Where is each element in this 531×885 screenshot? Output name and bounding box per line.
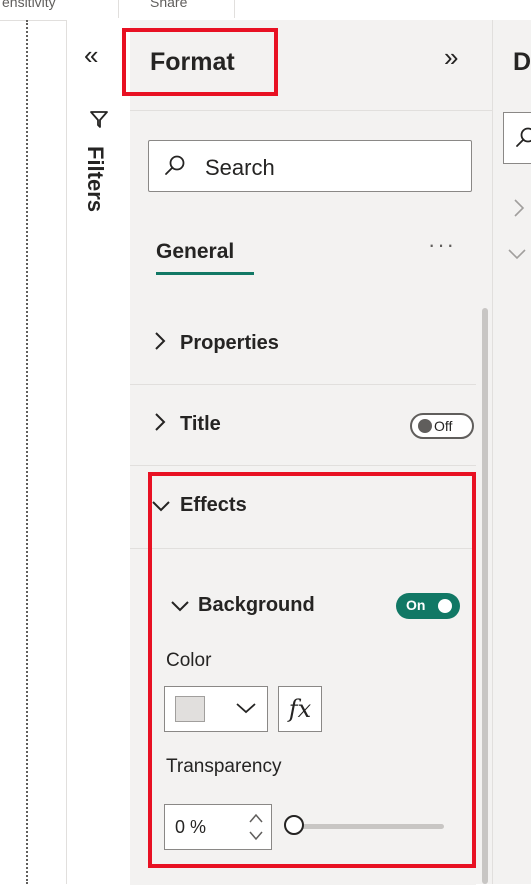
sensitivity-tab[interactable]: ensitivity xyxy=(2,0,56,10)
search-icon xyxy=(163,154,187,178)
search-icon xyxy=(514,126,531,150)
section-title[interactable]: Title Off xyxy=(130,385,476,466)
transparency-slider[interactable] xyxy=(284,815,448,837)
format-pane: Format » Search General ··· Properties T… xyxy=(130,20,492,884)
transparency-value: 0 % xyxy=(175,817,206,838)
double-chevron-left-icon[interactable]: « xyxy=(84,40,98,71)
divider xyxy=(118,0,119,18)
data-pane: D xyxy=(492,20,531,884)
chevron-right-icon[interactable] xyxy=(513,198,525,218)
slider-track xyxy=(298,824,444,829)
format-pane-header: Format » xyxy=(130,20,492,111)
color-picker-dropdown[interactable] xyxy=(164,686,268,732)
background-label: Background xyxy=(198,594,315,617)
chevron-down-icon xyxy=(170,599,190,613)
slider-thumb[interactable] xyxy=(284,815,304,835)
divider xyxy=(234,0,235,18)
data-search-input[interactable] xyxy=(503,112,531,164)
fx-conditional-formatting-button[interactable]: fx xyxy=(278,686,322,732)
background-toggle[interactable]: On xyxy=(396,593,460,619)
scrollbar[interactable] xyxy=(482,308,488,884)
double-chevron-right-icon[interactable]: » xyxy=(444,42,458,73)
color-label: Color xyxy=(166,650,211,672)
active-tab-indicator xyxy=(156,272,254,275)
section-label: Properties xyxy=(180,332,279,355)
spinner-arrows-icon[interactable] xyxy=(247,811,265,843)
section-label: Effects xyxy=(180,494,247,517)
chevron-down-icon[interactable] xyxy=(507,248,527,260)
transparency-label: Transparency xyxy=(166,756,281,778)
filters-label[interactable]: Filters xyxy=(82,146,108,212)
pane-title: Format xyxy=(150,48,235,77)
more-options-icon[interactable]: ··· xyxy=(428,232,456,258)
color-swatch xyxy=(175,696,205,722)
section-effects[interactable]: Effects xyxy=(130,466,476,546)
share-tab[interactable]: Share xyxy=(150,0,187,10)
section-properties[interactable]: Properties xyxy=(130,304,476,385)
search-input[interactable]: Search xyxy=(148,140,472,192)
chevron-down-icon xyxy=(150,498,172,514)
title-toggle[interactable]: Off xyxy=(410,413,474,439)
tab-general[interactable]: General xyxy=(156,240,234,264)
chevron-down-icon xyxy=(235,701,257,715)
search-placeholder: Search xyxy=(205,155,275,181)
toggle-state: On xyxy=(406,597,425,613)
section-label: Title xyxy=(180,413,221,436)
funnel-icon xyxy=(88,108,110,130)
toggle-state: Off xyxy=(434,418,452,434)
transparency-input[interactable]: 0 % xyxy=(164,804,272,850)
toggle-knob xyxy=(438,599,452,613)
top-ribbon: ensitivity Share xyxy=(0,0,531,21)
chevron-right-icon xyxy=(152,330,168,352)
chevron-right-icon xyxy=(152,411,168,433)
data-pane-title: D xyxy=(513,48,531,77)
toggle-knob xyxy=(418,419,432,433)
canvas-edge xyxy=(26,20,28,884)
